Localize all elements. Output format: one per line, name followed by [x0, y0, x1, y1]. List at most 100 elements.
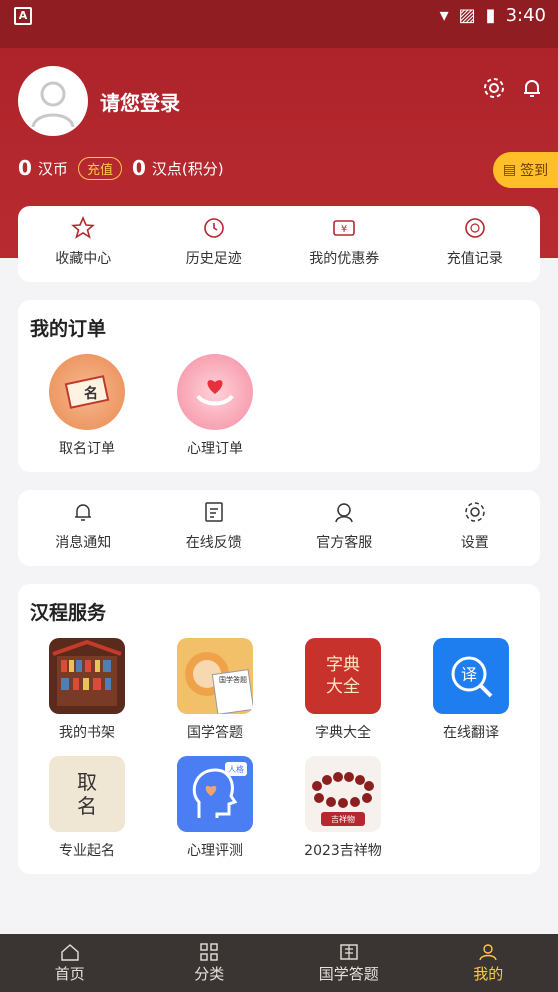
tab-quiz[interactable]: 国学答题 [284, 934, 414, 992]
quick-topup-records[interactable]: 充值记录 [410, 216, 540, 268]
tool-label: 消息通知 [55, 535, 112, 551]
tab-home[interactable]: 首页 [5, 934, 135, 992]
quick-favorites[interactable]: 收藏中心 [18, 216, 148, 268]
quick-label: 历史足迹 [185, 251, 242, 267]
psych-badge: 人格 [228, 764, 244, 774]
sign-in-button[interactable]: ▤ 签到 [493, 152, 558, 188]
service-dictionary[interactable]: 字典 大全 字典大全 [288, 638, 398, 742]
bell-icon [75, 504, 92, 521]
service-psych-test[interactable]: 人格 心理评测 [160, 756, 270, 860]
service-label: 字典大全 [315, 725, 371, 741]
mascot-badge: 吉祥物 [331, 814, 355, 824]
translate-icon: 译 [433, 638, 509, 714]
settings-gear-icon[interactable] [482, 76, 506, 100]
orders-card: 我的订单 名 取名订单 心理订单 [18, 300, 540, 472]
quick-history[interactable]: 历史足迹 [149, 216, 279, 268]
tool-settings[interactable]: 设置 [410, 500, 540, 552]
no-sim-icon: ▨ [458, 5, 476, 26]
mascot-beads-icon: 吉祥物 [305, 756, 381, 832]
tool-customer-service[interactable]: 官方客服 [279, 500, 409, 552]
feedback-icon [205, 502, 223, 522]
naming-text-1: 取 [77, 770, 97, 794]
tool-label: 官方客服 [316, 535, 373, 551]
order-label: 心理订单 [187, 441, 243, 457]
user-icon [479, 943, 497, 960]
calendar-icon: ▤ [502, 162, 517, 178]
tab-category[interactable]: 分类 [144, 934, 274, 992]
home-icon [61, 943, 79, 961]
dictionary-icon: 字典 大全 [305, 638, 381, 714]
naming-text-2: 名 [77, 794, 97, 818]
psych-test-icon: 人格 [177, 756, 253, 832]
tab-label: 首页 [54, 964, 85, 983]
services-title: 汉程服务 [30, 602, 107, 624]
quick-label: 我的优惠券 [309, 251, 380, 267]
tab-mine[interactable]: 我的 [423, 934, 553, 992]
orders-title: 我的订单 [30, 318, 107, 340]
naming-icon: 取 名 [49, 756, 125, 832]
quiz-badge: 国学答题 [219, 675, 247, 684]
translate-glyph: 译 [461, 665, 477, 684]
quick-label: 收藏中心 [55, 251, 112, 267]
tool-notifications[interactable]: 消息通知 [18, 500, 148, 552]
wifi-icon: ▾ [439, 5, 449, 26]
points-label: 汉点(积分) [151, 159, 224, 178]
service-bookshelf[interactable]: 我的书架 [32, 638, 142, 742]
service-naming[interactable]: 取 名 专业起名 [32, 756, 142, 860]
gear-icon [465, 502, 485, 522]
tab-label: 我的 [473, 964, 504, 983]
bottom-tab-bar: 首页 分类 国学答题 我的 [0, 934, 558, 992]
quick-actions-card: 收藏中心 历史足迹 ¥ 我的优惠券 充值记录 [18, 206, 540, 282]
services-card: 汉程服务 我的书架 国学答题 国学答题 字典 大全 字典大全 译 在线翻译 取 … [18, 584, 540, 874]
service-label: 国学答题 [187, 725, 243, 741]
status-bar: A ▾ ▨ ▮ 3:40 [0, 0, 558, 48]
default-user-icon [31, 81, 75, 128]
tool-label: 设置 [460, 535, 489, 551]
quiz-icon: 国学答题 [177, 638, 253, 714]
tab-label: 分类 [194, 964, 225, 983]
tool-feedback[interactable]: 在线反馈 [149, 500, 279, 552]
grid-icon [200, 942, 218, 961]
order-psychology[interactable]: 心理订单 [160, 354, 270, 458]
tab-label: 国学答题 [318, 964, 379, 983]
quiz-tab-icon [340, 943, 358, 960]
tools-card: 消息通知 在线反馈 官方客服 设置 [18, 490, 540, 566]
heart-hands-icon [177, 354, 253, 430]
topup-button[interactable]: 充值 [77, 156, 122, 180]
service-mascot[interactable]: 吉祥物 2023吉祥物 [288, 756, 398, 860]
status-time: 3:40 [505, 5, 546, 26]
app-notification-icon: A [14, 7, 32, 25]
service-quiz[interactable]: 国学答题 国学答题 [160, 638, 270, 742]
svg-text:¥: ¥ [341, 224, 347, 235]
quick-coupons[interactable]: ¥ 我的优惠券 [279, 216, 409, 268]
notification-bell-icon[interactable] [520, 76, 544, 100]
order-label: 取名订单 [59, 441, 115, 457]
quick-label: 充值记录 [446, 251, 503, 267]
dictionary-text-2: 大全 [326, 677, 360, 697]
coupon-icon: ¥ [333, 220, 356, 236]
coin-label: 汉币 [37, 159, 68, 178]
service-label: 在线翻译 [443, 725, 499, 741]
login-prompt[interactable]: 请您登录 [100, 87, 180, 116]
sign-in-label: 签到 [520, 163, 549, 179]
svg-text:名: 名 [84, 385, 98, 402]
service-label: 心理评测 [187, 843, 243, 859]
coin-amount: 0 [18, 156, 32, 180]
service-label: 2023吉祥物 [304, 843, 382, 859]
service-translate[interactable]: 译 在线翻译 [416, 638, 526, 742]
name-scroll-icon: 名 [49, 354, 125, 430]
battery-icon: ▮ [485, 5, 496, 26]
tool-label: 在线反馈 [185, 535, 242, 551]
dictionary-text-1: 字典 [326, 655, 360, 675]
balance-row: 0 汉币 充值 0 汉点(积分) [18, 156, 224, 180]
star-icon [71, 216, 96, 239]
clock-icon [203, 218, 224, 238]
order-naming[interactable]: 名 取名订单 [32, 354, 142, 458]
coin-record-icon [464, 218, 485, 238]
bookshelf-icon [49, 638, 125, 714]
service-label: 我的书架 [59, 725, 115, 741]
headset-icon [335, 503, 353, 523]
avatar[interactable] [18, 66, 88, 136]
points-amount: 0 [131, 156, 146, 180]
service-label: 专业起名 [59, 843, 115, 859]
